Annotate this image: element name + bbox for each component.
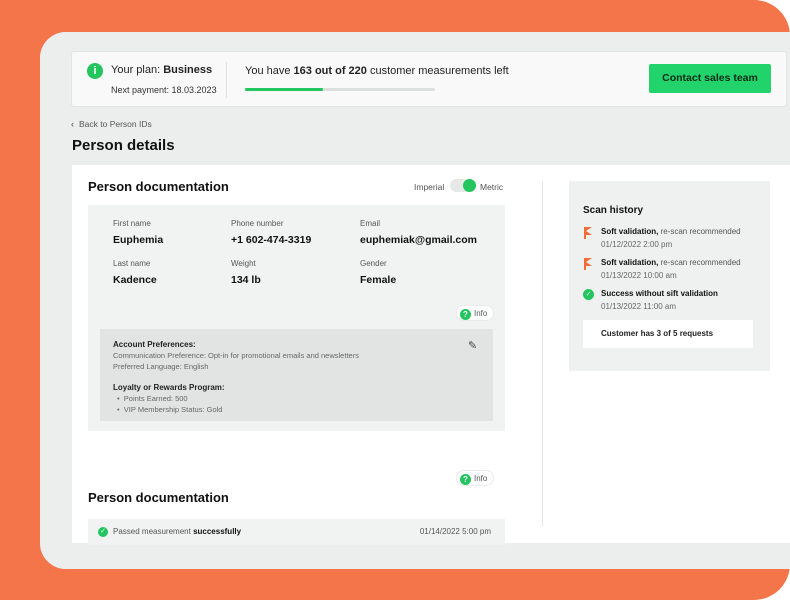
scan-history-panel: Scan history Soft validation, re-scan re… <box>569 181 770 371</box>
help-icon: ? <box>460 309 471 320</box>
flag-icon <box>583 258 595 270</box>
person-details-panel: First name Euphemia Phone number +1 602-… <box>88 205 505 431</box>
scan-item-date: 01/13/2022 10:00 am <box>601 271 677 280</box>
divider <box>226 62 227 98</box>
plan-label: Your plan: Business <box>111 64 212 76</box>
account-preferences-title: Account Preferences: <box>113 340 196 349</box>
field-value: Female <box>360 274 397 286</box>
scan-item-date: 01/12/2022 2:00 pm <box>601 240 673 249</box>
measurement-status-text: Passed measurement successfully <box>113 527 241 536</box>
info-button[interactable]: ? Info <box>456 305 495 321</box>
field-value: euphemiak@gmail.com <box>360 234 478 246</box>
measurements-count: 163 out of 220 <box>293 65 367 77</box>
last-name-field: Last name Kadence <box>113 259 157 286</box>
switch-knob <box>463 179 476 192</box>
next-payment: Next payment: 18.03.2023 <box>111 85 217 95</box>
info-label: Info <box>474 309 488 318</box>
check-circle-icon: ✓ <box>583 289 594 300</box>
scan-item-text: Soft validation, re-scan recommended <box>601 258 741 267</box>
pencil-icon[interactable]: ✎ <box>468 339 477 352</box>
scan-item-strong: Soft validation, <box>601 227 659 236</box>
status-prefix: Passed measurement <box>113 527 191 536</box>
measurements-progress-bar <box>245 88 435 91</box>
scan-item-strong: Soft validation, <box>601 258 659 267</box>
info-button-2[interactable]: ? Info <box>456 470 495 486</box>
status-strong: successfully <box>193 527 242 536</box>
section-title-documentation-2: Person documentation <box>88 490 229 505</box>
measurements-progress-fill <box>245 88 323 91</box>
communication-preference: Communication Preference: Opt-in for pro… <box>113 351 359 360</box>
vip-status-text: VIP Membership Status: Gold <box>123 405 223 414</box>
field-label: First name <box>113 219 151 228</box>
column-divider <box>542 181 543 526</box>
scan-item-strong: Success without sift validation <box>601 289 718 298</box>
scan-history-title: Scan history <box>583 205 644 216</box>
info-icon: i <box>87 63 103 79</box>
requests-count: Customer has 3 of 5 requests <box>583 320 753 348</box>
unit-switch[interactable] <box>450 179 476 192</box>
scan-item-rest: re-scan recommended <box>660 227 741 236</box>
measurement-timestamp: 01/14/2022 5:00 pm <box>419 527 491 536</box>
plan-name: Business <box>163 64 213 76</box>
field-label: Weight <box>231 259 256 268</box>
field-label: Gender <box>360 259 387 268</box>
field-label: Email <box>360 219 381 228</box>
app-screen: i Your plan: Business Next payment: 18.0… <box>40 32 790 569</box>
unit-imperial-label[interactable]: Imperial <box>414 182 444 192</box>
plan-label-text: Your plan: <box>111 64 161 76</box>
scan-item-rest: re-scan recommended <box>660 258 741 267</box>
account-preferences-box: Account Preferences: Communication Prefe… <box>100 329 493 421</box>
back-link-label: Back to Person IDs <box>79 119 152 129</box>
check-circle-icon: ✓ <box>98 527 108 537</box>
first-name-field: First name Euphemia <box>113 219 163 246</box>
measurement-status-row: ✓ Passed measurement successfully 01/14/… <box>88 519 505 545</box>
page-title: Person details <box>72 137 175 154</box>
gender-field: Gender Female <box>360 259 396 286</box>
field-value: 134 lb <box>231 274 261 286</box>
back-to-person-ids-link[interactable]: ‹ Back to Person IDs <box>71 119 152 129</box>
measurements-suffix: customer measurements left <box>369 65 509 77</box>
info-label: Info <box>474 474 488 483</box>
chevron-left-icon: ‹ <box>71 119 74 129</box>
phone-field: Phone number +1 602-474-3319 <box>231 219 311 246</box>
preferred-language: Preferred Language: English <box>113 362 209 371</box>
help-icon: ? <box>460 474 471 485</box>
plan-bar: i Your plan: Business Next payment: 18.0… <box>71 51 787 107</box>
field-value: Euphemia <box>113 234 164 246</box>
email-field: Email euphemiak@gmail.com <box>360 219 477 246</box>
contact-sales-button[interactable]: Contact sales team <box>649 64 771 93</box>
field-label: Last name <box>113 259 151 268</box>
vip-status: • VIP Membership Status: Gold <box>117 405 223 414</box>
field-value: +1 602-474-3319 <box>231 234 312 246</box>
measurements-left: You have 163 out of 220 customer measure… <box>245 65 509 77</box>
weight-field: Weight 134 lb <box>231 259 261 286</box>
points-earned: • Points Earned: 500 <box>117 394 188 403</box>
scan-item-date: 01/13/2022 11:00 am <box>601 302 677 311</box>
unit-metric-label[interactable]: Metric <box>480 182 503 192</box>
field-value: Kadence <box>113 274 157 286</box>
person-details-card: Person documentation Imperial Metric Fir… <box>72 165 790 545</box>
points-earned-text: Points Earned: 500 <box>123 394 188 403</box>
device-frame: i Your plan: Business Next payment: 18.0… <box>40 32 790 569</box>
field-label: Phone number <box>231 219 284 228</box>
section-title-documentation: Person documentation <box>88 179 229 194</box>
flag-icon <box>583 227 595 239</box>
measurements-prefix: You have <box>245 65 291 77</box>
scan-item-text: Success without sift validation <box>601 289 718 298</box>
loyalty-program-title: Loyalty or Rewards Program: <box>113 383 225 392</box>
scan-item-text: Soft validation, re-scan recommended <box>601 227 741 236</box>
